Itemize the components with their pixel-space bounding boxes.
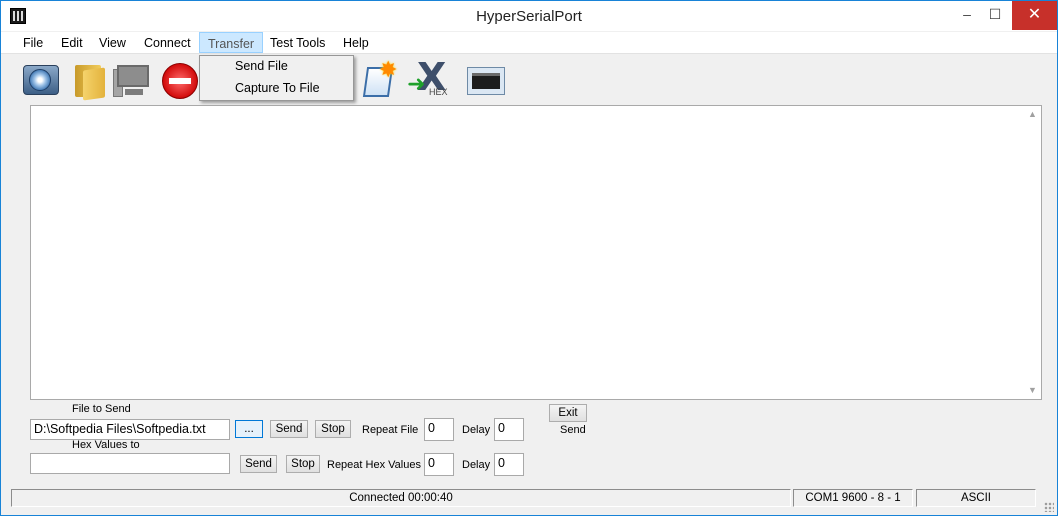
send-hex-button[interactable]: Send xyxy=(240,455,277,473)
menu-file[interactable]: File xyxy=(23,36,43,50)
delay-hex-input[interactable]: 0 xyxy=(494,453,524,476)
delay-file-label: Delay xyxy=(462,424,491,436)
app-window: HyperSerialPort – ☐ ✕ File Edit View Con… xyxy=(0,0,1058,516)
close-button[interactable]: ✕ xyxy=(1012,1,1057,30)
status-bar: Connected 00:00:40 COM1 9600 - 8 - 1 ASC… xyxy=(1,487,1057,515)
disk-icon[interactable] xyxy=(21,59,61,99)
menu-bar: File Edit View Connect Transfer Test Too… xyxy=(1,32,1057,54)
stop-file-button[interactable]: Stop xyxy=(315,420,351,438)
menu-edit[interactable]: Edit xyxy=(61,36,83,50)
hex-icon[interactable]: X ➜ HEX xyxy=(407,57,448,99)
menu-view[interactable]: View xyxy=(99,36,126,50)
transfer-dropdown: Send File Capture To File xyxy=(199,55,354,101)
title-bar[interactable]: HyperSerialPort – ☐ ✕ xyxy=(1,1,1057,31)
vertical-scrollbar[interactable]: ▲ ▼ xyxy=(1024,106,1041,399)
repeat-hex-label: Repeat Hex Values xyxy=(327,459,421,471)
terminal-icon[interactable] xyxy=(465,59,505,99)
menu-item-capture-to-file[interactable]: Capture To File xyxy=(235,81,320,95)
status-connection: Connected 00:00:40 xyxy=(11,489,791,507)
minimize-button[interactable]: – xyxy=(953,1,981,30)
delay-file-input[interactable]: 0 xyxy=(494,418,524,441)
maximize-button[interactable]: ☐ xyxy=(981,1,1009,30)
toolbar: ✸ X ➜ HEX xyxy=(1,55,1057,103)
hex-values-input[interactable] xyxy=(30,453,230,474)
repeat-hex-input[interactable]: 0 xyxy=(424,453,454,476)
repeat-file-label: Repeat File xyxy=(362,424,419,436)
menu-item-send-file[interactable]: Send File xyxy=(235,59,288,73)
menu-help[interactable]: Help xyxy=(343,36,369,50)
folder-icon[interactable] xyxy=(71,59,111,101)
status-mode: ASCII xyxy=(916,489,1036,507)
new-document-icon[interactable]: ✸ xyxy=(361,59,401,99)
computer-icon[interactable] xyxy=(113,59,153,99)
menu-connect[interactable]: Connect xyxy=(144,36,191,50)
stop-hex-button[interactable]: Stop xyxy=(286,455,320,473)
hex-icon-label: HEX xyxy=(429,87,448,97)
resize-grip-icon[interactable] xyxy=(1044,502,1054,512)
status-port: COM1 9600 - 8 - 1 xyxy=(793,489,913,507)
file-to-send-label: File to Send xyxy=(72,403,131,415)
stop-icon[interactable] xyxy=(161,59,201,99)
exit-send-button[interactable]: Exit xyxy=(549,404,587,422)
menu-test-tools[interactable]: Test Tools xyxy=(270,36,325,50)
hex-values-label: Hex Values to xyxy=(72,439,140,451)
repeat-file-input[interactable]: 0 xyxy=(424,418,454,441)
scroll-down-icon[interactable]: ▼ xyxy=(1024,382,1041,399)
send-file-button[interactable]: Send xyxy=(270,420,308,438)
terminal-output[interactable]: ▲ ▼ xyxy=(30,105,1042,400)
exit-send-label: Send xyxy=(560,424,586,436)
window-title: HyperSerialPort xyxy=(476,8,582,25)
delay-hex-label: Delay xyxy=(462,459,491,471)
file-path-input[interactable]: D:\Softpedia Files\Softpedia.txt xyxy=(30,419,230,440)
browse-button[interactable]: ... xyxy=(235,420,263,438)
scroll-up-icon[interactable]: ▲ xyxy=(1024,106,1041,123)
menu-transfer[interactable]: Transfer xyxy=(199,32,264,53)
